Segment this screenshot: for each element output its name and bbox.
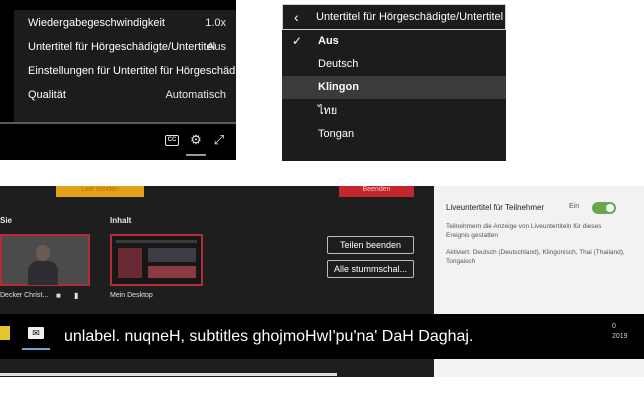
language-option-deutsch[interactable]: Deutsch [282,53,506,76]
language-label: Aus [318,35,339,47]
menu-item-value: Aus [207,41,226,53]
participant-head [36,245,50,261]
menu-item-value: Automatisch [165,89,226,101]
player-settings-panel: Wiedergabegeschwindigkeit 1.0x Untertite… [0,0,236,160]
section-label-content: Inhalt [110,216,132,225]
menu-item-subtitle-settings[interactable]: Einstellungen für Untertitel für Hörgesc… [28,60,236,82]
participant-video-tile[interactable] [0,234,90,286]
language-label: Tongan [318,128,355,140]
go-live-button[interactable]: Live senden [56,186,144,197]
language-option-aus[interactable]: ✓ Aus [282,30,506,53]
chevron-left-icon[interactable]: ‹ [294,9,299,25]
desktop-share-label: Mein Desktop [110,292,153,299]
toggle-label: Ein [569,203,580,210]
subtitle-language-menu: ‹ Untertitel für Hörgeschädigte/Untertit… [282,4,506,161]
cc-icon[interactable]: CC [165,135,179,146]
clock-line-1: 0 [612,323,616,330]
live-caption-text: unlabel. nuqneH, subtitles ghojmoHwI'pu'… [64,328,474,345]
language-label: Deutsch [318,58,359,70]
language-option-tongan[interactable]: Tongan [282,123,506,146]
menu-item-label: Untertitel für Hörgeschädigte/Untertitel [28,41,216,53]
gear-active-indicator [186,154,206,156]
language-label: Klingon [318,81,359,93]
language-option-thai[interactable]: ไทย [282,100,506,123]
active-indicator [22,348,50,350]
end-button[interactable]: Beenden [339,186,414,197]
language-option-klingon[interactable]: Klingon [282,76,506,99]
taskbar-progress-line [0,373,337,376]
gear-icon[interactable]: ⚙ [189,133,203,147]
menu-item-label: Einstellungen für Untertitel für Hörgesc… [28,65,236,77]
fullscreen-icon[interactable]: ⤢ [212,133,226,147]
desktop-share-tile[interactable] [110,234,203,286]
checkmark-icon: ✓ [292,34,303,48]
menu-item-label: Qualität [28,89,66,101]
menu-item-playback-speed[interactable]: Wiedergabegeschwindigkeit 1.0x [28,12,236,34]
live-captions-description: Teilnehmern die Anzeige von Liveuntertit… [446,223,602,239]
menu-item-quality[interactable]: Qualität Automatisch [28,84,236,106]
lock-icon [0,326,10,340]
menu-item-subtitles[interactable]: Untertitel für Hörgeschädigte/Untertitel… [28,36,236,58]
participant-body [28,261,58,285]
meeting-window: Live senden Beenden Sie Inhalt Decker Ch… [0,186,644,377]
clock-line-2: 2019 [612,333,628,340]
mute-all-button[interactable]: Alle stummschal... [327,260,414,278]
language-label: ไทย [318,105,338,117]
live-captions-toggle[interactable] [592,202,616,214]
mail-icon[interactable]: ✉ [28,327,44,339]
progress-bar[interactable] [0,122,236,124]
desktop-preview-window [148,248,196,262]
stop-sharing-button[interactable]: Teilen beenden [327,236,414,254]
live-captions-title: Liveuntertitel für Teilnehmer [446,203,545,212]
settings-menu: Wiedergabegeschwindigkeit 1.0x Untertite… [14,10,236,122]
menu-item-value: 1.0x [205,17,226,29]
desktop-preview-bar [116,240,197,243]
toggle-knob [606,204,614,212]
subtitle-menu-title: Untertitel für Hörgeschädigte/Untertitel [316,11,504,23]
activated-languages: Aktiviert: Deutsch (Deutschland), Klingo… [446,249,625,265]
participant-name: Decker Christ... [0,292,49,299]
section-label-you: Sie [0,216,13,225]
menu-item-label: Wiedergabegeschwindigkeit [28,17,165,29]
camera-icon[interactable]: ■ [56,291,61,300]
clock-text: 0 2019 [612,322,628,342]
desktop-preview-window [148,266,196,278]
subtitle-menu-header[interactable]: ‹ Untertitel für Hörgeschädigte/Untertit… [282,4,506,30]
desktop-preview-window [118,248,142,278]
microphone-icon[interactable]: ▮ [74,291,78,300]
